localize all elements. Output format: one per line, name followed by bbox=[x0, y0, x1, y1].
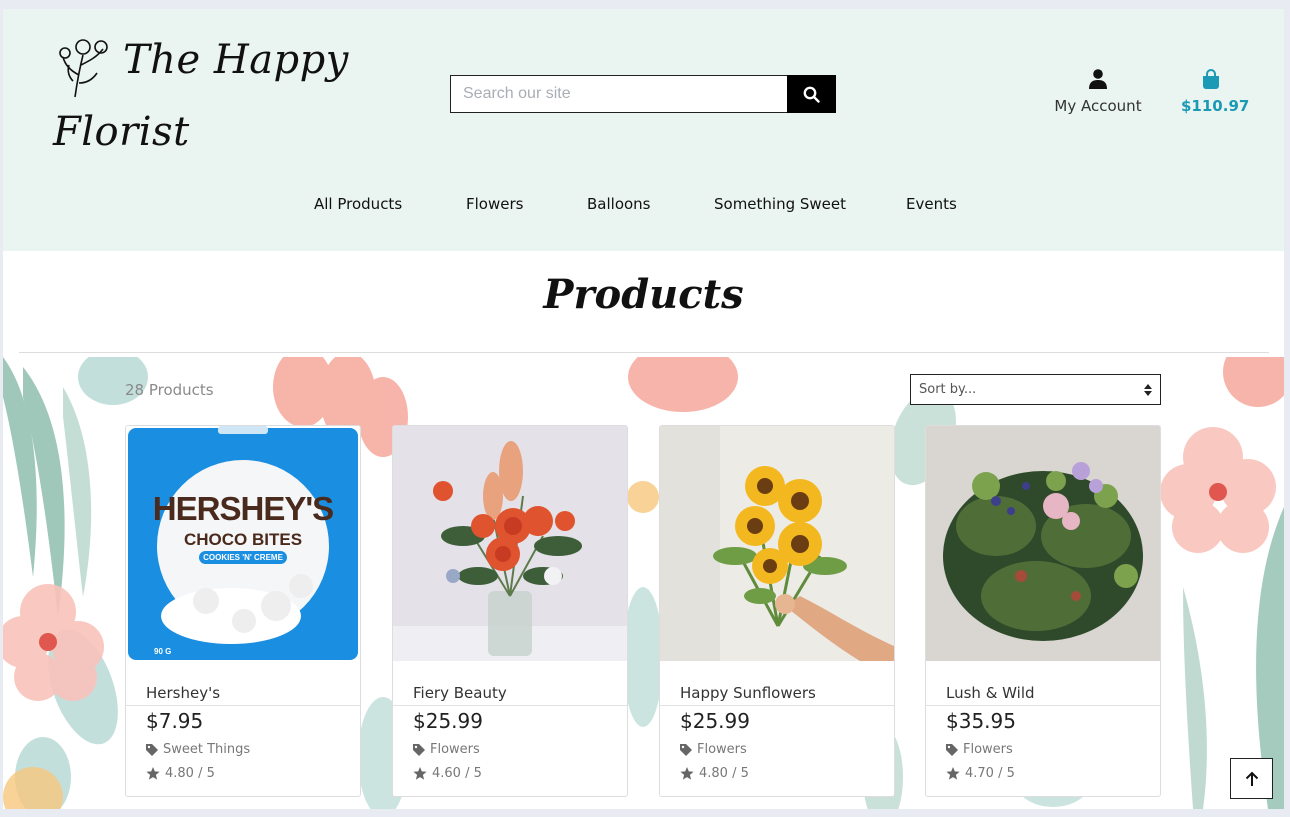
product-rating: 4.80 / 5 bbox=[680, 766, 749, 781]
star-icon bbox=[413, 767, 427, 780]
site-header: The Happy Florist My Account bbox=[3, 9, 1284, 251]
nav-flowers[interactable]: Flowers bbox=[466, 195, 523, 213]
arrow-up-icon bbox=[1245, 771, 1258, 786]
star-icon bbox=[946, 767, 960, 780]
rating-value: 4.80 / 5 bbox=[699, 766, 749, 781]
nav-something-sweet[interactable]: Something Sweet bbox=[714, 195, 846, 213]
fiery-beauty-bouquet-image bbox=[393, 426, 627, 661]
category-label: Flowers bbox=[963, 742, 1013, 757]
product-card[interactable]: Happy Sunflowers $25.99 Flowers 4.80 / 5 bbox=[659, 425, 895, 797]
product-name[interactable]: Hershey's bbox=[146, 684, 220, 702]
card-divider bbox=[926, 705, 1160, 706]
product-rating: 4.70 / 5 bbox=[946, 766, 1015, 781]
product-category[interactable]: Flowers bbox=[413, 742, 480, 757]
nav-events[interactable]: Events bbox=[906, 195, 957, 213]
brand-line-1: The Happy bbox=[123, 37, 349, 83]
category-label: Sweet Things bbox=[163, 742, 251, 757]
sort-selected-value: Sort by... bbox=[919, 382, 977, 397]
star-icon bbox=[680, 767, 694, 780]
package-flavor-badge: COOKIES 'N' CREME bbox=[199, 551, 287, 564]
category-label: Flowers bbox=[697, 742, 747, 757]
tag-icon bbox=[146, 743, 158, 756]
product-price: $25.99 bbox=[680, 709, 750, 733]
brand-line-2: Florist bbox=[53, 109, 190, 155]
product-category[interactable]: Flowers bbox=[946, 742, 1013, 757]
cart-total: $110.97 bbox=[1181, 97, 1250, 115]
card-divider bbox=[660, 705, 894, 706]
products-section: 28 Products Sort by... HERSHEY'S CHOCO B… bbox=[3, 357, 1284, 809]
product-price: $25.99 bbox=[413, 709, 483, 733]
product-category[interactable]: Flowers bbox=[680, 742, 747, 757]
package-brand-text: HERSHEY'S bbox=[152, 490, 334, 527]
product-image[interactable] bbox=[926, 426, 1160, 661]
page-frame: The Happy Florist My Account bbox=[3, 9, 1284, 809]
tag-icon bbox=[946, 743, 958, 756]
sunflowers-bouquet-image bbox=[660, 426, 894, 661]
product-price: $7.95 bbox=[146, 709, 204, 733]
product-card[interactable]: HERSHEY'S CHOCO BITES COOKIES 'N' CREME … bbox=[125, 425, 361, 797]
product-name[interactable]: Happy Sunflowers bbox=[680, 684, 816, 702]
tag-icon bbox=[680, 743, 692, 756]
product-count: 28 Products bbox=[125, 381, 214, 399]
back-to-top-button[interactable] bbox=[1230, 758, 1273, 799]
cart-link[interactable]: $110.97 bbox=[1181, 69, 1250, 115]
search-input[interactable] bbox=[450, 75, 787, 113]
rating-value: 4.60 / 5 bbox=[432, 766, 482, 781]
product-image[interactable] bbox=[393, 426, 627, 661]
sort-select[interactable]: Sort by... bbox=[910, 374, 1161, 405]
title-divider bbox=[19, 352, 1269, 353]
package-weight: 90 G bbox=[154, 647, 172, 656]
user-icon bbox=[1089, 69, 1107, 89]
shopping-bag-icon bbox=[1203, 69, 1219, 89]
product-card[interactable]: Fiery Beauty $25.99 Flowers 4.60 / 5 bbox=[392, 425, 628, 797]
lush-wild-bouquet-image bbox=[926, 426, 1160, 661]
card-divider bbox=[393, 705, 627, 706]
tag-icon bbox=[413, 743, 425, 756]
product-rating: 4.60 / 5 bbox=[413, 766, 482, 781]
search-button[interactable] bbox=[787, 75, 836, 113]
star-icon bbox=[146, 767, 160, 780]
flower-sprig-icon bbox=[59, 39, 108, 98]
nav-balloons[interactable]: Balloons bbox=[587, 195, 651, 213]
rating-value: 4.80 / 5 bbox=[165, 766, 215, 781]
main-nav: All Products Flowers Balloons Something … bbox=[3, 195, 1284, 219]
card-divider bbox=[126, 705, 360, 706]
package-product-text: CHOCO BITES bbox=[183, 530, 303, 549]
nav-all-products[interactable]: All Products bbox=[314, 195, 402, 213]
sort-caret-icon bbox=[1144, 383, 1152, 396]
page-title: Products bbox=[543, 271, 744, 318]
category-label: Flowers bbox=[430, 742, 480, 757]
account-link[interactable]: My Account bbox=[1053, 69, 1143, 115]
product-card[interactable]: Lush & Wild $35.95 Flowers 4.70 / 5 bbox=[925, 425, 1161, 797]
product-rating: 4.80 / 5 bbox=[146, 766, 215, 781]
brand-logo[interactable]: The Happy Florist bbox=[53, 33, 348, 155]
product-price: $35.95 bbox=[946, 709, 1016, 733]
search-icon bbox=[803, 86, 820, 103]
rating-value: 4.70 / 5 bbox=[965, 766, 1015, 781]
product-name[interactable]: Fiery Beauty bbox=[413, 684, 507, 702]
search-bar bbox=[450, 75, 836, 113]
product-image[interactable] bbox=[660, 426, 894, 661]
account-label: My Account bbox=[1054, 97, 1142, 115]
product-image[interactable]: HERSHEY'S CHOCO BITES COOKIES 'N' CREME … bbox=[126, 426, 360, 661]
product-name[interactable]: Lush & Wild bbox=[946, 684, 1035, 702]
product-category[interactable]: Sweet Things bbox=[146, 742, 250, 757]
